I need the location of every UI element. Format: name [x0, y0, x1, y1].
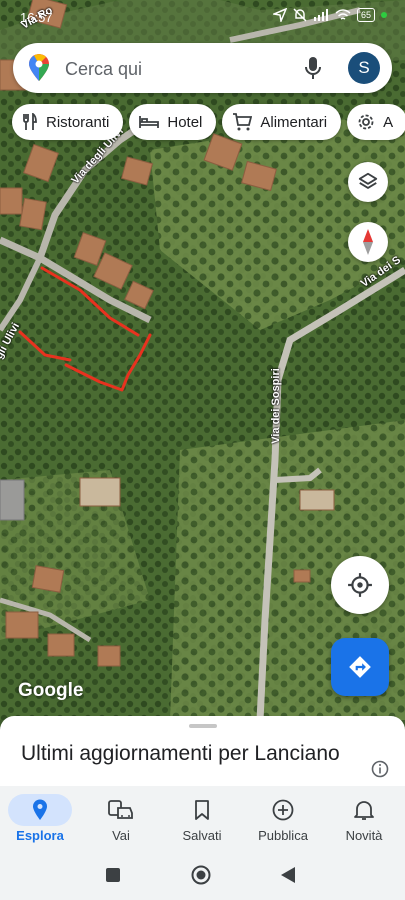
status-time: 16:57 — [20, 10, 53, 25]
sheet-title: Ultimi aggiornamenti per Lanciano — [21, 742, 340, 765]
bottom-sheet[interactable]: Ultimi aggiornamenti per Lanciano — [0, 716, 405, 786]
home-icon[interactable] — [191, 865, 211, 885]
wifi-icon — [335, 9, 351, 20]
chip-more[interactable]: A — [347, 104, 405, 140]
cutlery-icon — [23, 113, 37, 130]
search-bar[interactable]: S — [13, 43, 392, 93]
gear-icon — [358, 114, 374, 130]
status-bar: 16:57 65 — [0, 6, 405, 30]
nav-esplora[interactable]: Esplora — [0, 786, 80, 854]
chip-hotel[interactable]: Hotel — [129, 104, 217, 140]
chip-label: Alimentari — [260, 113, 328, 131]
chip-ristoranti[interactable]: Ristoranti — [12, 104, 124, 140]
bell-icon — [354, 801, 374, 820]
nav-icon-wrap — [251, 794, 315, 826]
location-arrow-icon — [272, 8, 287, 22]
nav-icon-wrap — [89, 794, 153, 826]
search-input[interactable] — [63, 55, 287, 83]
chip-label: Ristoranti — [46, 113, 110, 131]
nav-icon-wrap — [170, 794, 234, 826]
back-icon[interactable] — [280, 866, 296, 884]
directions-button[interactable] — [331, 638, 389, 696]
battery-indicator: 65 — [356, 8, 375, 22]
sheet-drag-handle[interactable] — [189, 724, 217, 728]
nav-label: Vai — [112, 828, 130, 843]
nav-icon-wrap — [8, 794, 72, 826]
mute-bell-icon — [293, 8, 307, 22]
recents-icon[interactable] — [105, 867, 121, 883]
layers-icon — [358, 172, 378, 189]
nav-label: Esplora — [16, 828, 64, 843]
nav-novita[interactable]: Novità — [324, 786, 404, 854]
directions-icon — [349, 656, 371, 678]
google-logo: Google — [18, 680, 84, 701]
nav-vai[interactable]: Vai — [81, 786, 161, 854]
compass-button[interactable] — [348, 222, 388, 262]
mic-icon[interactable] — [303, 56, 323, 80]
my-location-button[interactable] — [331, 556, 389, 614]
chip-label: Hotel — [167, 113, 203, 131]
add-circle-icon — [272, 799, 294, 821]
nav-pubblica[interactable]: Pubblica — [243, 786, 323, 854]
system-navigation-bar — [0, 854, 405, 900]
chip-label: A — [383, 113, 394, 131]
category-chips: Ristoranti Hotel Alimentari A — [12, 104, 405, 140]
crosshair-icon — [348, 573, 372, 597]
bed-icon — [139, 116, 160, 128]
nav-salvati[interactable]: Salvati — [162, 786, 242, 854]
nav-label: Pubblica — [258, 828, 308, 843]
commute-icon — [108, 800, 133, 819]
avatar[interactable]: S — [348, 52, 380, 84]
recording-dot — [381, 12, 387, 18]
maps-pin-icon — [29, 54, 49, 81]
signal-icon — [313, 9, 328, 21]
status-icons: 65 — [272, 8, 387, 22]
compass-icon — [363, 229, 373, 255]
nav-label: Salvati — [182, 828, 222, 843]
explore-pin-icon — [33, 799, 47, 820]
chip-alimentari[interactable]: Alimentari — [222, 104, 342, 140]
layers-button[interactable] — [348, 162, 388, 202]
road-label: Via dei Sospiri — [269, 368, 282, 444]
nav-icon-wrap — [332, 794, 396, 826]
bottom-navigation: Esplora Vai Salvati Pubblica Novità — [0, 786, 405, 854]
bookmark-icon — [195, 800, 209, 820]
cart-icon — [233, 113, 253, 131]
nav-label: Novità — [345, 828, 383, 843]
info-icon[interactable] — [371, 760, 389, 778]
